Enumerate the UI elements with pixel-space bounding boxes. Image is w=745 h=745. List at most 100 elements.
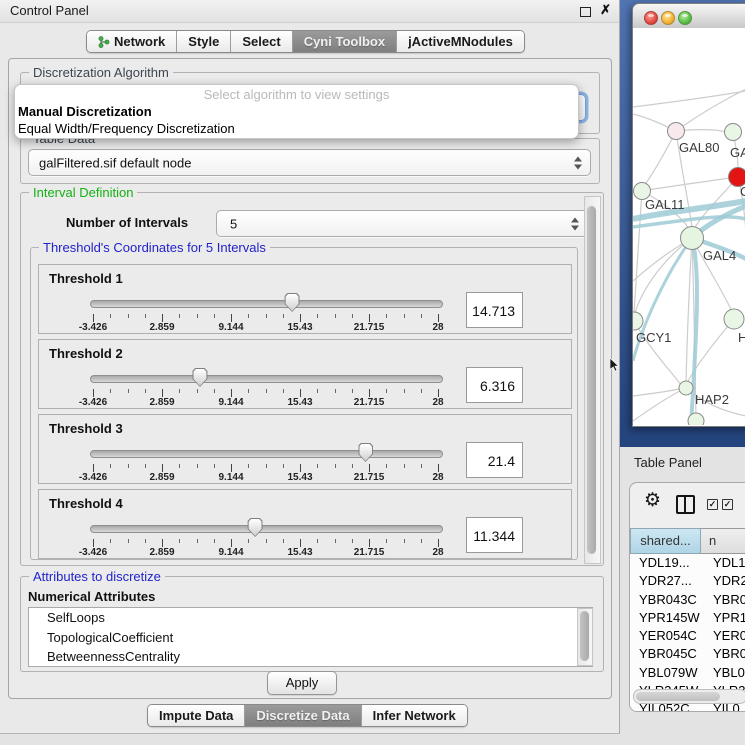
control-panel-window: Control Panel ✗ Network Style Select Cyn…	[0, 0, 620, 734]
network-node[interactable]	[633, 312, 643, 330]
slider-tick	[93, 389, 94, 397]
tab-label: Network	[114, 34, 165, 49]
table-row[interactable]: YBR045CYBR0	[630, 645, 745, 663]
slider-tick-labels: -3.4262.8599.14415.4321.71528	[93, 547, 438, 559]
slider-tick	[386, 464, 387, 468]
slider-track[interactable]	[90, 375, 443, 383]
cell-name: YBR0	[709, 591, 745, 609]
split-columns-icon[interactable]	[676, 495, 695, 514]
scrollbar-thumb[interactable]	[587, 206, 596, 554]
thresholds-scrollbar[interactable]	[584, 196, 601, 564]
cell-name: YDR2	[709, 572, 745, 590]
scrollbar-thumb[interactable]	[580, 611, 589, 661]
column-header-name[interactable]: n	[701, 528, 745, 554]
interval-definition-title: Interval Definition	[29, 185, 137, 200]
slider-tick-labels: -3.4262.8599.14415.4321.71528	[93, 322, 438, 334]
threshold-value-field[interactable]: 21.4	[466, 442, 523, 478]
attribute-list-item[interactable]: SelfLoops	[29, 608, 592, 628]
slider-track[interactable]	[90, 450, 443, 458]
slider-handle[interactable]	[285, 293, 300, 312]
slider-tick	[352, 314, 353, 318]
tab-label: Impute Data	[159, 708, 233, 723]
threshold-value-field[interactable]: 14.713	[466, 292, 523, 328]
slider-handle[interactable]	[192, 368, 207, 387]
slider-handle[interactable]	[248, 518, 263, 537]
attribute-list-item[interactable]: BetweennessCentrality	[29, 647, 592, 667]
network-node[interactable]	[688, 413, 704, 425]
network-node[interactable]	[679, 381, 693, 395]
slider-tick	[248, 539, 249, 543]
slider-tick	[404, 464, 405, 468]
scrollbar-thumb[interactable]	[636, 692, 720, 701]
slider-scale: -3.4262.8599.14415.4321.71528	[93, 415, 438, 483]
tab-style[interactable]: Style	[176, 31, 230, 52]
slider-tick-label: 9.144	[218, 547, 243, 558]
stepper-arrows-icon	[571, 217, 579, 230]
table-panel-box: ⚙ ✓ ✓ shared... n YDL19...YDL1YDR27...YD…	[629, 482, 745, 712]
slider-tick-label: 15.43	[287, 547, 312, 558]
table-row[interactable]: YDL19...YDL1	[630, 554, 745, 572]
slider-tick	[128, 464, 129, 468]
tab-cyni-toolbox[interactable]: Cyni Toolbox	[292, 31, 396, 52]
network-node[interactable]	[681, 227, 704, 250]
slider-tick	[231, 539, 232, 547]
slider-tick-label: 9.144	[218, 397, 243, 408]
network-node-label: H	[738, 330, 745, 345]
attribute-list-item[interactable]: TopologicalCoefficient	[29, 628, 592, 648]
attribute-list[interactable]: SelfLoopsTopologicalCoefficientBetweenne…	[28, 607, 593, 667]
threshold-value-field[interactable]: 11.344	[466, 517, 523, 553]
slider-tick	[197, 464, 198, 468]
gear-icon[interactable]: ⚙	[644, 491, 661, 510]
table-row[interactable]: YDR27...YDR2	[630, 572, 745, 590]
tab-label: Cyni Toolbox	[304, 34, 385, 49]
table-horizontal-scrollbar[interactable]	[633, 689, 745, 704]
slider-track[interactable]	[90, 300, 443, 308]
network-node[interactable]	[724, 309, 744, 329]
close-icon[interactable]: ✗	[600, 2, 611, 18]
network-icon	[98, 36, 110, 48]
minimize-traffic-light-icon[interactable]	[661, 11, 675, 25]
threshold-value-field[interactable]: 6.316	[466, 367, 523, 403]
cell-shared-name: YBR043C	[630, 591, 709, 609]
slider-tick	[404, 539, 405, 543]
tab-impute-data[interactable]: Impute Data	[148, 705, 244, 726]
slider-tick	[162, 314, 163, 322]
slider-tick	[335, 464, 336, 468]
zoom-traffic-light-icon[interactable]	[678, 11, 692, 25]
dropdown-option-equal-width[interactable]: Equal Width/Frequency Discretization	[15, 120, 578, 137]
tab-discretize-data[interactable]: Discretize Data	[244, 705, 360, 726]
slider-tick-label: 9.144	[218, 322, 243, 333]
tab-jactivemnodules[interactable]: jActiveMNodules	[396, 31, 524, 52]
table-data-dropdown[interactable]: galFiltered.sif default node	[28, 149, 591, 176]
attribute-list-scrollbar[interactable]	[577, 608, 593, 666]
network-canvas[interactable]: GAL80GACGAL11GAL4GCY1HHAP2	[633, 28, 745, 425]
table-row[interactable]: YBR043CYBR0	[630, 591, 745, 609]
number-of-intervals-dropdown[interactable]: 5	[216, 210, 588, 237]
dropdown-option-manual[interactable]: Manual Discretization	[15, 103, 578, 120]
checkbox-icon[interactable]: ✓	[722, 499, 733, 510]
tab-select[interactable]: Select	[230, 31, 291, 52]
tab-network[interactable]: Network	[87, 31, 176, 52]
slider-tick-label: -3.426	[79, 472, 107, 483]
checkbox-icon[interactable]: ✓	[707, 499, 718, 510]
slider-handle[interactable]	[358, 443, 373, 462]
slider-tick	[404, 389, 405, 393]
slider-tick	[421, 464, 422, 468]
table-row[interactable]: YPR145WYPR1	[630, 609, 745, 627]
column-header-shared-name[interactable]: shared...	[630, 528, 701, 554]
table-row[interactable]: YBL079WYBL0	[630, 664, 745, 682]
close-traffic-light-icon[interactable]	[644, 11, 658, 25]
tab-infer-network[interactable]: Infer Network	[361, 705, 467, 726]
float-window-icon[interactable]	[580, 7, 591, 17]
slider-tick	[317, 539, 318, 543]
slider-tick	[300, 389, 301, 397]
apply-button[interactable]: Apply	[267, 671, 337, 695]
slider-track[interactable]	[90, 525, 443, 533]
slider-tick-label: 21.715	[354, 472, 385, 483]
slider-tick	[179, 464, 180, 468]
slider-ticks	[93, 314, 438, 322]
network-node[interactable]	[725, 124, 742, 141]
network-node[interactable]	[668, 123, 685, 140]
table-row[interactable]: YER054CYER0	[630, 627, 745, 645]
thresholds-group-title: Threshold's Coordinates for 5 Intervals	[39, 240, 270, 255]
